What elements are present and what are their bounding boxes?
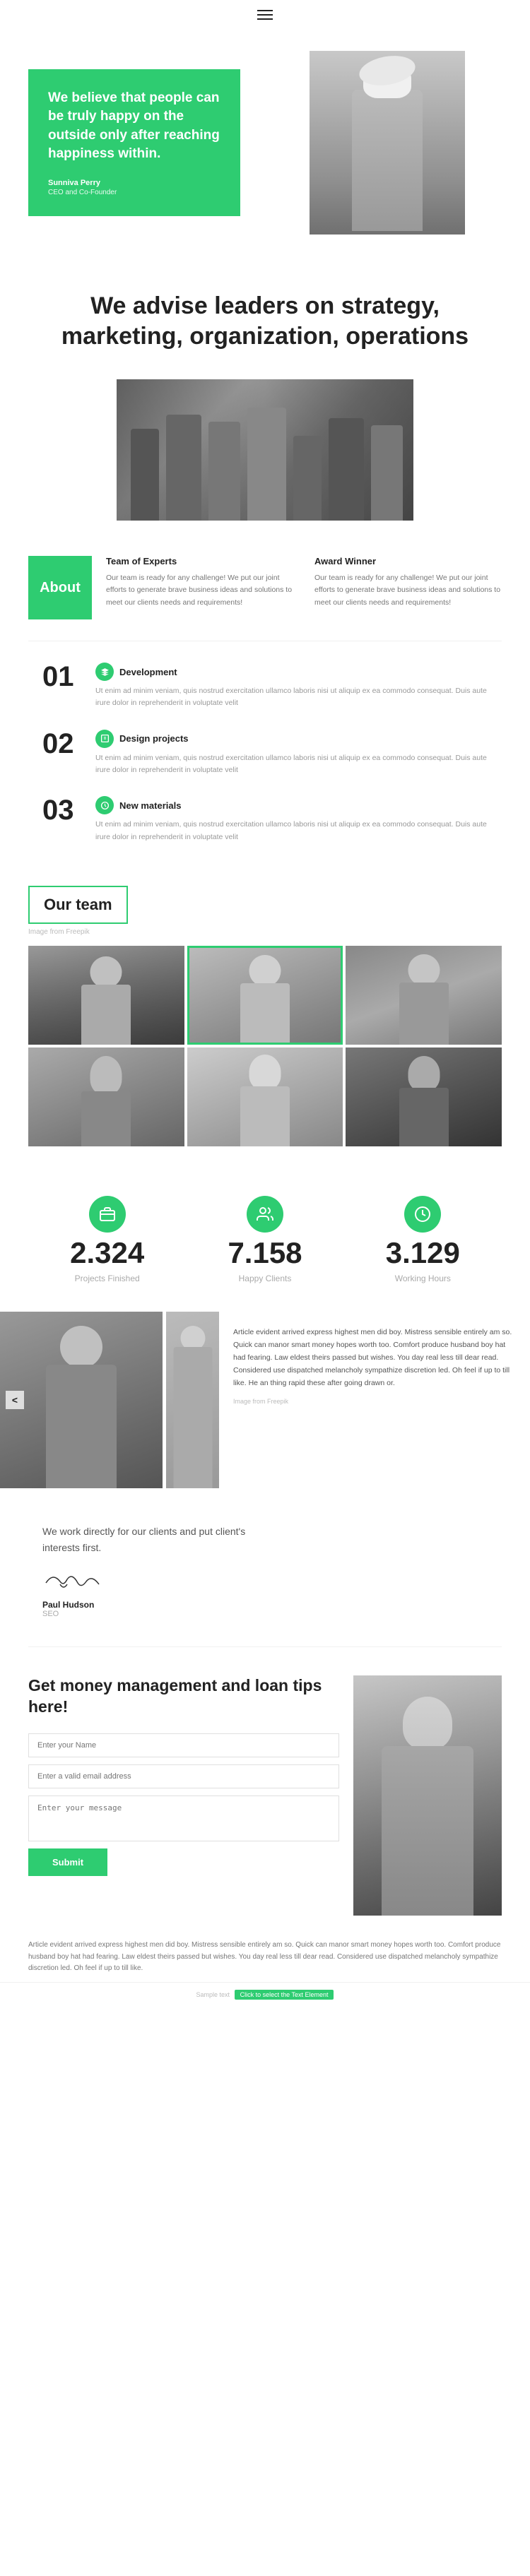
item-2-text: Ut enim ad minim veniam, quis nostrud ex… — [95, 752, 488, 777]
get-money-section: Get money management and loan tips here!… — [0, 1661, 530, 1930]
about-section: About Team of Experts Our team is ready … — [0, 542, 530, 641]
testimonial-arrow-left[interactable]: < — [6, 1391, 24, 1409]
stat-number-2: 7.158 — [228, 1238, 302, 1268]
number-02: 02 — [42, 730, 81, 758]
about-col2: Award Winner Our team is ready for any c… — [314, 556, 502, 609]
testimonial-photos: < — [0, 1312, 219, 1488]
get-money-right — [353, 1675, 502, 1916]
item-3-icon — [95, 796, 114, 814]
item-2-content: Design projects Ut enim ad minim veniam,… — [95, 730, 488, 777]
numbered-item-2: 02 Design projects Ut enim ad minim veni… — [42, 730, 488, 777]
advise-heading: We advise leaders on strategy, marketing… — [42, 291, 488, 351]
stat-item-2: 7.158 Happy Clients — [186, 1196, 343, 1283]
our-team-section: Our team Image from Freepik — [0, 872, 530, 1168]
stat-label-1: Projects Finished — [75, 1274, 140, 1283]
team-grid-item-6 — [346, 1047, 502, 1146]
number-01: 01 — [42, 663, 81, 691]
item-3-title: New materials — [119, 800, 181, 811]
hamburger-icon[interactable] — [257, 10, 273, 20]
testimonial-section: < Article evident arrived express highes… — [0, 1312, 530, 1488]
signature — [42, 1569, 106, 1593]
stat-label-2: Happy Clients — [239, 1274, 292, 1283]
mission-title: SEO — [42, 1610, 488, 1618]
office-photo — [0, 372, 530, 542]
item-3-content: New materials Ut enim ad minim veniam, q… — [95, 796, 488, 843]
testimonial-main-photo — [0, 1312, 163, 1488]
hero-section: We believe that people can be truly happ… — [0, 30, 530, 256]
hero-heading: We believe that people can be truly happ… — [48, 89, 220, 163]
bottom-paragraph: Article evident arrived express highest … — [28, 1940, 502, 1975]
freepik-label: Image from Freepik — [28, 928, 502, 936]
testimonial-side-photo — [166, 1312, 219, 1488]
footer-sample: Sample text — [196, 1991, 230, 1998]
stat-item-1: 2.324 Projects Finished — [28, 1196, 186, 1283]
about-green-box: About — [28, 556, 92, 619]
about-col1-title: Team of Experts — [106, 556, 293, 566]
our-team-header-box: Our team — [28, 886, 128, 924]
item-2-title: Design projects — [119, 733, 189, 744]
testimonial-text-area: Article evident arrived express highest … — [219, 1312, 530, 1488]
stat-number-3: 3.129 — [386, 1238, 460, 1268]
footer-click-label[interactable]: Click to select the Text Element — [235, 1990, 334, 2000]
item-1-title: Development — [119, 667, 177, 677]
testimonial-paragraph: Article evident arrived express highest … — [233, 1326, 513, 1389]
get-money-photo — [353, 1675, 502, 1916]
get-money-left: Get money management and loan tips here!… — [28, 1675, 339, 1916]
team-grid-item-2 — [187, 946, 343, 1045]
team-grid-item-4 — [28, 1047, 184, 1146]
stat-item-3: 3.129 Working Hours — [344, 1196, 502, 1283]
briefcase-icon — [89, 1196, 126, 1233]
about-col1-text: Our team is ready for any challenge! We … — [106, 572, 293, 609]
numbered-item-1: 01 Development Ut enim ad minim veniam, … — [42, 663, 488, 710]
hero-person-photo — [310, 51, 465, 235]
testimonial-freepik: Image from Freepik — [233, 1398, 513, 1405]
people-icon — [247, 1196, 283, 1233]
founder-title: CEO and Co-Founder — [48, 189, 220, 196]
navigation — [0, 0, 530, 30]
stat-label-3: Working Hours — [395, 1274, 451, 1283]
hero-green-box: We believe that people can be truly happ… — [28, 69, 240, 216]
founder-name: Sunniva Perry — [48, 179, 220, 187]
bottom-text: Article evident arrived express highest … — [0, 1930, 530, 1982]
mission-section: We work directly for our clients and put… — [0, 1509, 530, 1632]
email-field[interactable] — [28, 1764, 339, 1788]
submit-button[interactable]: Submit — [28, 1848, 107, 1876]
about-content: Team of Experts Our team is ready for an… — [106, 556, 502, 609]
stat-number-1: 2.324 — [70, 1238, 144, 1268]
mission-name: Paul Hudson — [42, 1600, 488, 1610]
about-col2-title: Award Winner — [314, 556, 502, 566]
item-2-icon — [95, 730, 114, 748]
our-team-title: Our team — [44, 896, 112, 914]
about-col1: Team of Experts Our team is ready for an… — [106, 556, 293, 609]
hero-left: We believe that people can be truly happ… — [28, 69, 258, 216]
mission-text: We work directly for our clients and put… — [42, 1524, 269, 1556]
name-field[interactable] — [28, 1733, 339, 1757]
numbered-item-3: 03 New materials Ut enim ad minim veniam… — [42, 796, 488, 843]
about-col2-text: Our team is ready for any challenge! We … — [314, 572, 502, 609]
get-money-title: Get money management and loan tips here! — [28, 1675, 339, 1718]
item-3-text: Ut enim ad minim veniam, quis nostrud ex… — [95, 819, 488, 843]
stats-section: 2.324 Projects Finished 7.158 Happy Clie… — [0, 1168, 530, 1312]
team-grid — [28, 946, 502, 1146]
clock-icon — [404, 1196, 441, 1233]
team-grid-item-5 — [187, 1047, 343, 1146]
message-field[interactable] — [28, 1796, 339, 1841]
item-1-content: Development Ut enim ad minim veniam, qui… — [95, 663, 488, 710]
about-label: About — [40, 580, 81, 596]
item-1-text: Ut enim ad minim veniam, quis nostrud ex… — [95, 685, 488, 710]
number-03: 03 — [42, 796, 81, 824]
numbered-section: 01 Development Ut enim ad minim veniam, … — [0, 641, 530, 872]
hero-right — [272, 51, 502, 235]
item-1-icon — [95, 663, 114, 681]
footer: Sample text Click to select the Text Ele… — [0, 1982, 530, 2007]
advise-section: We advise leaders on strategy, marketing… — [0, 256, 530, 372]
team-grid-item-1 — [28, 946, 184, 1045]
team-grid-item-3 — [346, 946, 502, 1045]
